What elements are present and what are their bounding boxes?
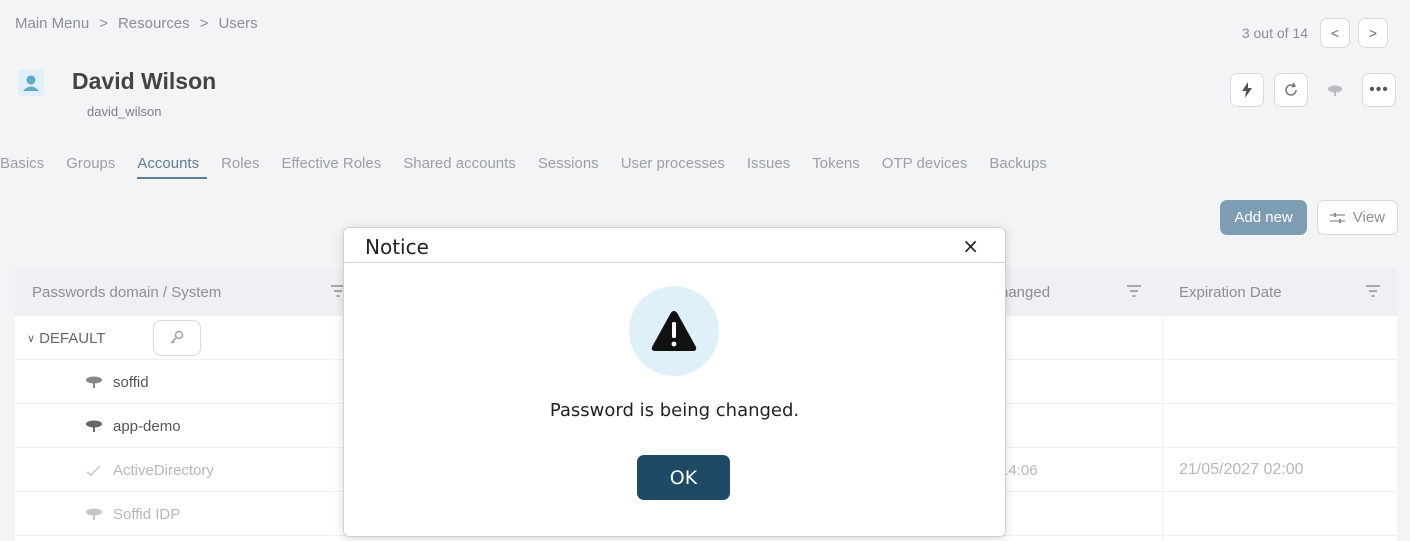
system-cell: soffid [85, 360, 149, 404]
refresh-button[interactable] [1274, 73, 1308, 107]
key-icon [170, 330, 184, 344]
lightning-icon [1242, 82, 1252, 98]
view-button[interactable]: View [1316, 200, 1398, 235]
record-pager: 3 out of 14 < > [1242, 18, 1388, 48]
notice-dialog: Notice × Password is being changed. OK [343, 227, 1006, 537]
close-icon[interactable]: × [962, 234, 979, 258]
domain-key-button[interactable] [153, 320, 201, 356]
tab-accounts[interactable]: Accounts [137, 155, 207, 179]
next-record-button[interactable]: > [1358, 18, 1388, 48]
previous-record-button[interactable]: < [1320, 18, 1350, 48]
ok-button[interactable]: OK [637, 455, 730, 500]
chevron-down-icon: ∨ [27, 332, 36, 345]
tab-backups[interactable]: Backups [989, 155, 1055, 172]
breadcrumb-separator: > [99, 15, 108, 32]
refresh-icon [1285, 82, 1297, 96]
user-full-name: David Wilson [72, 68, 217, 94]
user-login: david_wilson [87, 104, 162, 119]
tab-sessions[interactable]: Sessions [538, 155, 607, 172]
warning-badge [629, 286, 719, 376]
group-label[interactable]: ∨ DEFAULT [27, 316, 105, 360]
user-icon [18, 70, 44, 96]
sliders-icon [1329, 212, 1345, 223]
cloud-sync-icon [86, 376, 102, 388]
tab-groups[interactable]: Groups [66, 155, 123, 172]
tab-bar: Basics Groups Accounts Roles Effective R… [0, 155, 1069, 179]
dialog-title: Notice [365, 235, 429, 259]
breadcrumb-resources[interactable]: Resources [118, 15, 190, 32]
expiration-cell: 21/05/2027 02:00 [1179, 461, 1304, 478]
column-header-expiration[interactable]: Expiration Date [1179, 268, 1282, 316]
group-name: DEFAULT [39, 329, 106, 347]
user-actions: ••• [1230, 73, 1396, 107]
tab-tokens[interactable]: Tokens [812, 155, 868, 172]
dialog-header: Notice × [344, 228, 1005, 263]
chevron-right-icon: > [1368, 25, 1378, 41]
dialog-message: Password is being changed. [549, 400, 800, 421]
breadcrumb-users[interactable]: Users [218, 15, 257, 32]
breadcrumb-main-menu[interactable]: Main Menu [15, 15, 89, 32]
cloud-sync-icon [86, 420, 102, 432]
system-cell: Soffid IDP [85, 492, 180, 536]
add-new-button[interactable]: Add new [1220, 200, 1307, 235]
accounts-toolbar: Add new View [1220, 200, 1398, 235]
tab-shared-accounts[interactable]: Shared accounts [403, 155, 524, 172]
check-icon [86, 465, 101, 476]
breadcrumb-separator: > [199, 15, 209, 32]
column-header-changed[interactable]: hanged [1000, 268, 1050, 316]
pager-position: 3 out of 14 [1241, 25, 1308, 41]
tab-effective-roles[interactable]: Effective Roles [281, 155, 389, 172]
tab-basics[interactable]: Basics [0, 155, 52, 172]
tab-user-processes[interactable]: User processes [621, 155, 733, 172]
filter-icon[interactable] [1126, 284, 1142, 298]
chevron-left-icon: < [1330, 25, 1340, 41]
ellipsis-icon: ••• [1369, 81, 1389, 98]
more-options-button[interactable]: ••• [1362, 73, 1396, 107]
filter-icon[interactable] [1365, 284, 1381, 298]
cloud-sync-icon [86, 508, 102, 520]
view-button-label: View [1352, 209, 1385, 226]
column-header-system[interactable]: Passwords domain / System [32, 268, 221, 316]
tab-issues[interactable]: Issues [747, 155, 798, 172]
column-divider [1162, 316, 1163, 541]
system-cell: app-demo [85, 404, 181, 448]
cloud-sync-icon[interactable] [1318, 73, 1352, 107]
tab-otp-devices[interactable]: OTP devices [882, 155, 976, 172]
tab-roles[interactable]: Roles [221, 155, 267, 172]
system-cell: ActiveDirectory [85, 448, 214, 492]
warning-icon [651, 311, 697, 351]
user-detail-page: Main Menu > Resources > Users 3 out of 1… [0, 0, 1410, 541]
quick-action-button[interactable] [1230, 73, 1264, 107]
breadcrumb: Main Menu > Resources > Users [15, 15, 258, 32]
